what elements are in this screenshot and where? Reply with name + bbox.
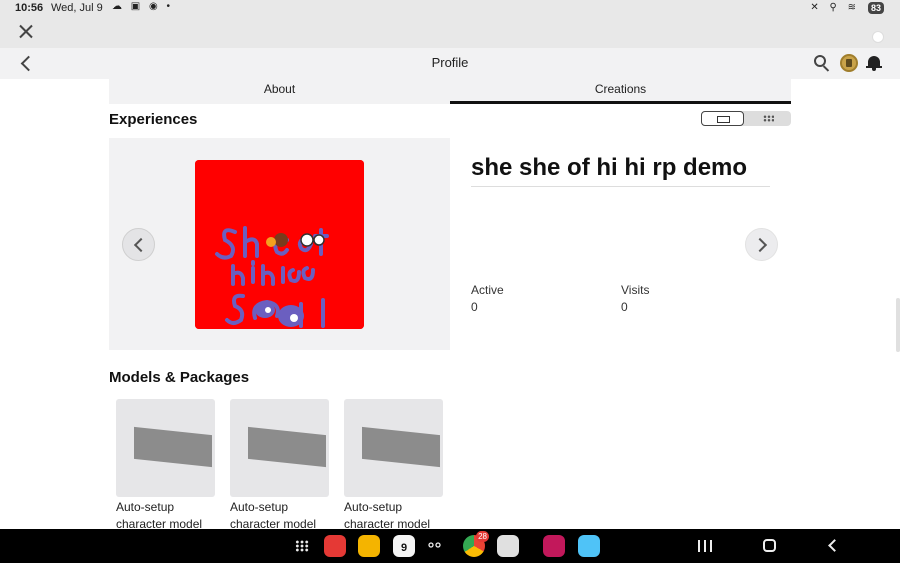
list-view-icon[interactable] bbox=[701, 111, 744, 126]
experiences-heading: Experiences bbox=[109, 111, 198, 128]
close-icon[interactable] bbox=[16, 22, 36, 42]
bixby-icon[interactable] bbox=[428, 537, 442, 548]
page-title: Profile bbox=[431, 55, 469, 70]
stat-visits-label: Visits bbox=[621, 283, 650, 297]
robux-icon[interactable] bbox=[840, 54, 858, 72]
stat-active-value: 0 bbox=[471, 300, 478, 314]
camera-icon[interactable] bbox=[497, 535, 519, 557]
notes-icon[interactable] bbox=[358, 535, 380, 557]
app-header: Profile bbox=[0, 48, 900, 79]
experience-thumbnail[interactable] bbox=[195, 160, 364, 329]
roblox-icon[interactable] bbox=[578, 535, 600, 557]
model-name: Auto-setup character model bbox=[116, 500, 203, 531]
calendar-day: 9 bbox=[400, 542, 408, 554]
tab-about[interactable]: About bbox=[109, 79, 450, 104]
experience-title[interactable]: she she of hi hi rp demo bbox=[471, 154, 770, 187]
bell-clapper bbox=[872, 68, 876, 71]
notification-bell-icon[interactable] bbox=[866, 54, 882, 72]
battery-icon: 83 bbox=[867, 2, 884, 14]
status-date: Wed, Jul 9 bbox=[51, 2, 103, 14]
window-controls-row bbox=[0, 17, 900, 48]
model-thumbnail[interactable] bbox=[116, 399, 215, 497]
recents-icon[interactable] bbox=[698, 540, 712, 552]
search-icon[interactable] bbox=[813, 54, 831, 72]
nav-back-icon[interactable] bbox=[828, 539, 841, 552]
model-thumbnail[interactable] bbox=[344, 399, 443, 497]
carousel-next-button[interactable] bbox=[745, 228, 778, 261]
profile-tabs: About Creations bbox=[109, 79, 791, 104]
status-time: 10:56 bbox=[15, 2, 44, 14]
carousel-previous-button[interactable] bbox=[122, 228, 155, 261]
flipboard-icon[interactable] bbox=[324, 535, 346, 557]
system-icons: ✕ ⚲ ≋ bbox=[810, 2, 860, 13]
grid-view-icon[interactable] bbox=[746, 111, 791, 126]
home-icon[interactable] bbox=[763, 539, 776, 552]
window-dot-icon[interactable] bbox=[872, 31, 884, 43]
tab-creations[interactable]: Creations bbox=[450, 79, 791, 104]
calendar-icon[interactable]: 9 bbox=[393, 535, 415, 557]
notification-icons: ☁ ▣ ◉ • bbox=[112, 1, 174, 12]
model-thumbnail[interactable] bbox=[230, 399, 329, 497]
status-bar: 10:56 Wed, Jul 9 ☁ ▣ ◉ • ✕ ⚲ ≋ 83 bbox=[0, 0, 900, 17]
model-name: Auto-setup character model bbox=[344, 500, 431, 531]
thumbnail-drawing bbox=[195, 160, 364, 329]
edge-panel-handle[interactable] bbox=[896, 298, 900, 352]
apps-grid-icon[interactable] bbox=[295, 540, 309, 552]
taskbar: 9 28 bbox=[0, 529, 900, 563]
bixby-dots bbox=[428, 542, 441, 548]
chrome-badge: 28 bbox=[476, 531, 489, 542]
stat-visits-value: 0 bbox=[621, 300, 628, 314]
model-name: Auto-setup character model bbox=[230, 500, 317, 531]
chrome-icon[interactable]: 28 bbox=[463, 531, 489, 557]
search-handle bbox=[822, 65, 830, 72]
view-toggle bbox=[701, 111, 791, 126]
stat-active-label: Active bbox=[471, 283, 504, 297]
models-heading: Models & Packages bbox=[109, 369, 250, 386]
game-icon[interactable] bbox=[543, 535, 565, 557]
